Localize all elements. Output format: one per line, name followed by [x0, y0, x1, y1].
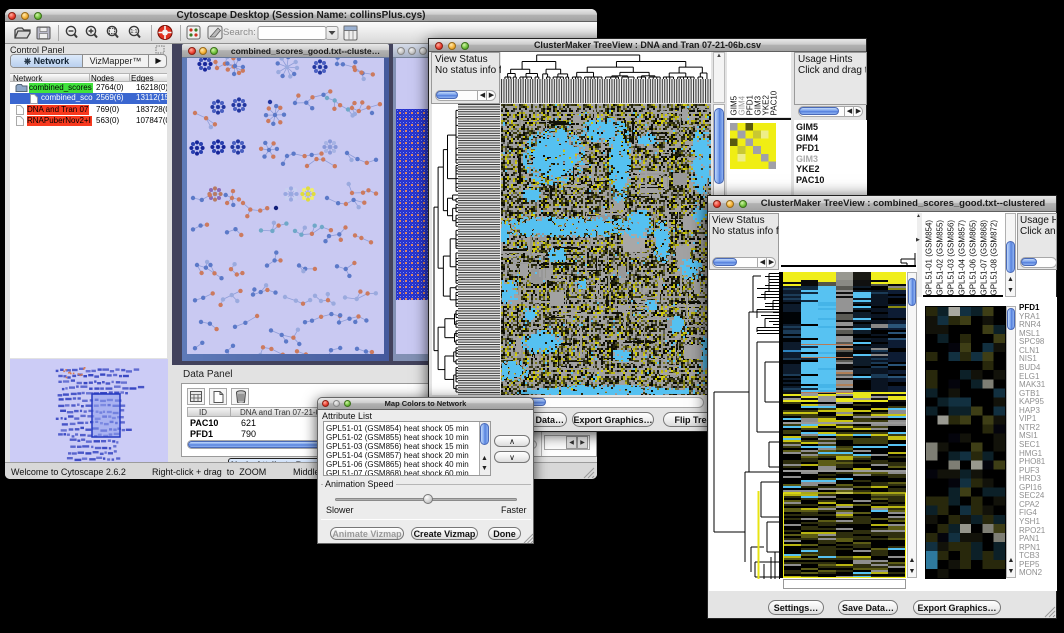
- svg-text:Search:: Search:: [223, 27, 256, 38]
- svg-text:1:1: 1:1: [131, 29, 138, 35]
